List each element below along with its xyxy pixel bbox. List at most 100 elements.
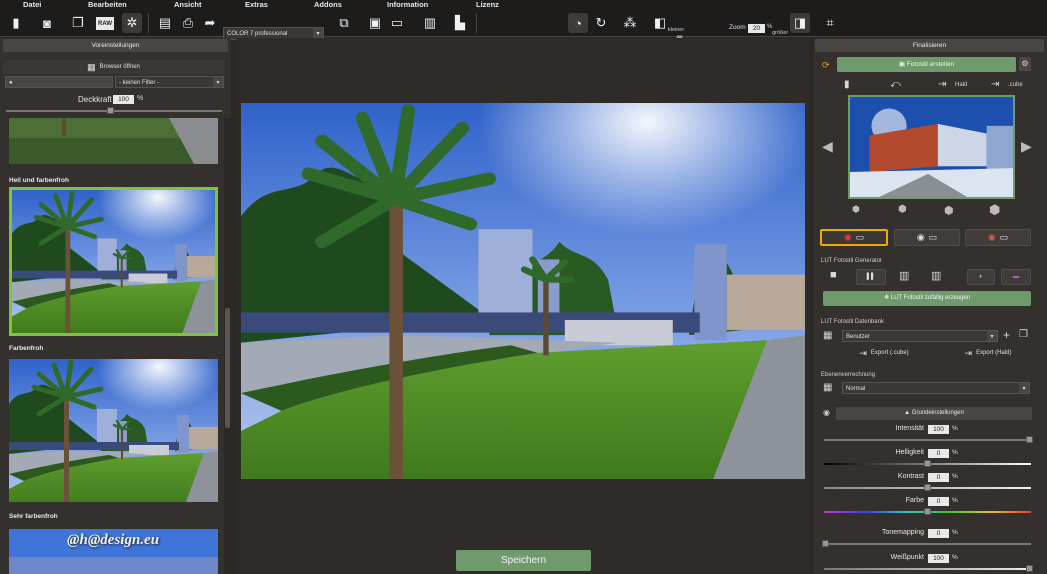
arrow-right-icon[interactable]: ▶: [1021, 138, 1032, 155]
arrow-left-icon[interactable]: ◀: [822, 138, 833, 155]
finalize-panel: Finalisieren ⟳ ▣ Fotostil erstellen ⚙ ▮ …: [814, 38, 1047, 574]
opacity-slider-thumb[interactable]: [106, 107, 114, 114]
slider-thumb[interactable]: [822, 540, 829, 547]
pattern-4-icon[interactable]: ▥: [931, 269, 941, 282]
menu-datei[interactable]: Datei: [23, 0, 41, 10]
open-browser-button[interactable]: ▦ Browser öffnen: [3, 60, 224, 74]
save-icon[interactable]: ▤: [155, 13, 175, 33]
histogram-icon[interactable]: ▙: [450, 13, 470, 33]
contrast-icon[interactable]: ◐: [967, 269, 995, 285]
print-icon[interactable]: ⎙: [178, 13, 198, 33]
menu-lizenz[interactable]: Lizenz: [476, 0, 499, 10]
database-select[interactable]: Benutzer ▾: [842, 330, 998, 342]
slider-track[interactable]: [824, 543, 1031, 545]
monitor-icon[interactable]: ▭: [387, 13, 407, 33]
cube-xlarge-icon[interactable]: ⬢: [989, 202, 1000, 218]
opacity-label: Deckkraft: [78, 95, 112, 104]
opacity-value[interactable]: 100: [113, 95, 134, 104]
preset-thumbnail-selected[interactable]: [9, 187, 218, 336]
slider-label: Tonemapping: [881, 529, 924, 536]
menu-addons[interactable]: Addons: [314, 0, 342, 10]
blend-grid-icon[interactable]: ▦: [823, 382, 832, 393]
menu-bearbeiten[interactable]: Bearbeiten: [88, 0, 127, 10]
bw-wheel-icon: ◉: [916, 232, 925, 242]
save-button[interactable]: Speichern: [456, 550, 591, 571]
slider-track[interactable]: [824, 439, 1031, 441]
blend-label: Ebenenverrechnung: [821, 372, 876, 378]
new-file-icon[interactable]: ▮: [6, 13, 26, 33]
film-icon[interactable]: ▥: [420, 13, 440, 33]
slider-thumb[interactable]: [923, 508, 931, 515]
export-cube-icon[interactable]: ⇥: [991, 79, 999, 90]
basic-settings-header[interactable]: ▲ Grundeinstellungen: [836, 407, 1032, 420]
slider-value[interactable]: 100: [928, 425, 949, 434]
style-mode-button-1[interactable]: ◉ ▭: [820, 229, 888, 246]
preset-thumbnail[interactable]: [9, 359, 218, 502]
compare-icon[interactable]: ◔: [568, 13, 588, 33]
export-icon[interactable]: ▣: [365, 13, 385, 33]
slider-value[interactable]: 100: [928, 554, 949, 563]
settings-icon[interactable]: ⚙: [1019, 57, 1031, 71]
menu-information[interactable]: Information: [387, 0, 428, 10]
presets-scrollbar-thumb[interactable]: [225, 308, 230, 428]
cube-large-icon[interactable]: ⬢: [944, 204, 954, 217]
visibility-icon[interactable]: ◉: [823, 408, 830, 417]
slider-value[interactable]: 0: [928, 449, 949, 458]
slider-thumb[interactable]: [923, 460, 931, 467]
export-hald-icon[interactable]: ⇥: [938, 79, 946, 90]
share-icon[interactable]: ➦: [200, 13, 220, 33]
slider-value[interactable]: 0: [928, 529, 949, 538]
presets-scrollbar[interactable]: [224, 118, 231, 574]
slider-thumb[interactable]: [923, 484, 931, 491]
random-style-button[interactable]: ❖ LUT Fotostil zufällig erzeugen: [823, 291, 1031, 306]
add-icon[interactable]: +: [1003, 328, 1010, 342]
raw-icon[interactable]: RAW: [96, 17, 114, 30]
refresh-icon[interactable]: ⟳: [822, 60, 830, 71]
opacity-slider[interactable]: [6, 110, 222, 112]
slider-unit: %: [952, 473, 958, 480]
slider-track[interactable]: [824, 568, 1031, 570]
search-input[interactable]: ●: [5, 76, 113, 88]
style-mode-button-2[interactable]: ◉ ▭: [894, 229, 960, 246]
open-browser-label: Browser öffnen: [99, 64, 140, 70]
undo-icon[interactable]: ⤺: [890, 79, 901, 90]
main-photo[interactable]: [241, 103, 805, 479]
cube-small-icon[interactable]: ⬢: [852, 204, 860, 215]
magic-wand-icon[interactable]: ✲: [122, 13, 142, 33]
create-style-button[interactable]: ▣ Fotostil erstellen: [837, 57, 1016, 72]
zoom-value[interactable]: 20: [748, 24, 765, 33]
preset-image: [9, 359, 218, 502]
menu-extras[interactable]: Extras: [245, 0, 268, 10]
pattern-3-icon[interactable]: ▥: [899, 269, 909, 282]
slider-thumb[interactable]: [1026, 565, 1033, 572]
gradient-icon[interactable]: ▬: [1001, 269, 1031, 285]
slider-thumb[interactable]: [1026, 436, 1033, 443]
cube-medium-icon[interactable]: ⬢: [898, 204, 907, 215]
layers-icon[interactable]: ⧉: [334, 13, 354, 33]
export-cube-button[interactable]: ⇥ Export (.cube): [844, 346, 924, 360]
filter-select[interactable]: - keinen Filter - ▾: [115, 76, 224, 88]
pattern-2-icon[interactable]: ▌▌: [856, 269, 886, 285]
pattern-1-icon[interactable]: ■: [830, 269, 837, 281]
database-grid-icon[interactable]: ▦: [823, 330, 832, 341]
open-image-icon[interactable]: ◙: [37, 13, 57, 33]
style-mode-button-3[interactable]: ◉ ▭: [965, 229, 1031, 246]
preset-image: [9, 118, 218, 164]
export-hald-button[interactable]: ⇥ Export (Hald): [945, 346, 1031, 360]
crop-icon[interactable]: ⌗: [820, 13, 840, 33]
duplicate-icon[interactable]: ❐: [1019, 329, 1028, 340]
rotate-icon[interactable]: ↻: [591, 13, 611, 33]
document-icon[interactable]: ▮: [844, 79, 850, 90]
copy-icon[interactable]: ❐: [68, 13, 88, 33]
flip-icon[interactable]: ◧: [650, 13, 670, 33]
preset-thumbnail[interactable]: [9, 118, 218, 164]
crop-tool-icon[interactable]: ⁂: [620, 13, 640, 33]
slider-value[interactable]: 0: [928, 497, 949, 506]
filter-select-value: - keinen Filter -: [119, 80, 160, 86]
menu-ansicht[interactable]: Ansicht: [174, 0, 202, 10]
database-select-value: Benutzer: [846, 334, 871, 340]
fit-screen-icon[interactable]: ◨: [790, 13, 810, 33]
slider-value[interactable]: 0: [928, 473, 949, 482]
preview-image[interactable]: [848, 95, 1015, 199]
blend-select[interactable]: Normal ▾: [842, 382, 1030, 394]
